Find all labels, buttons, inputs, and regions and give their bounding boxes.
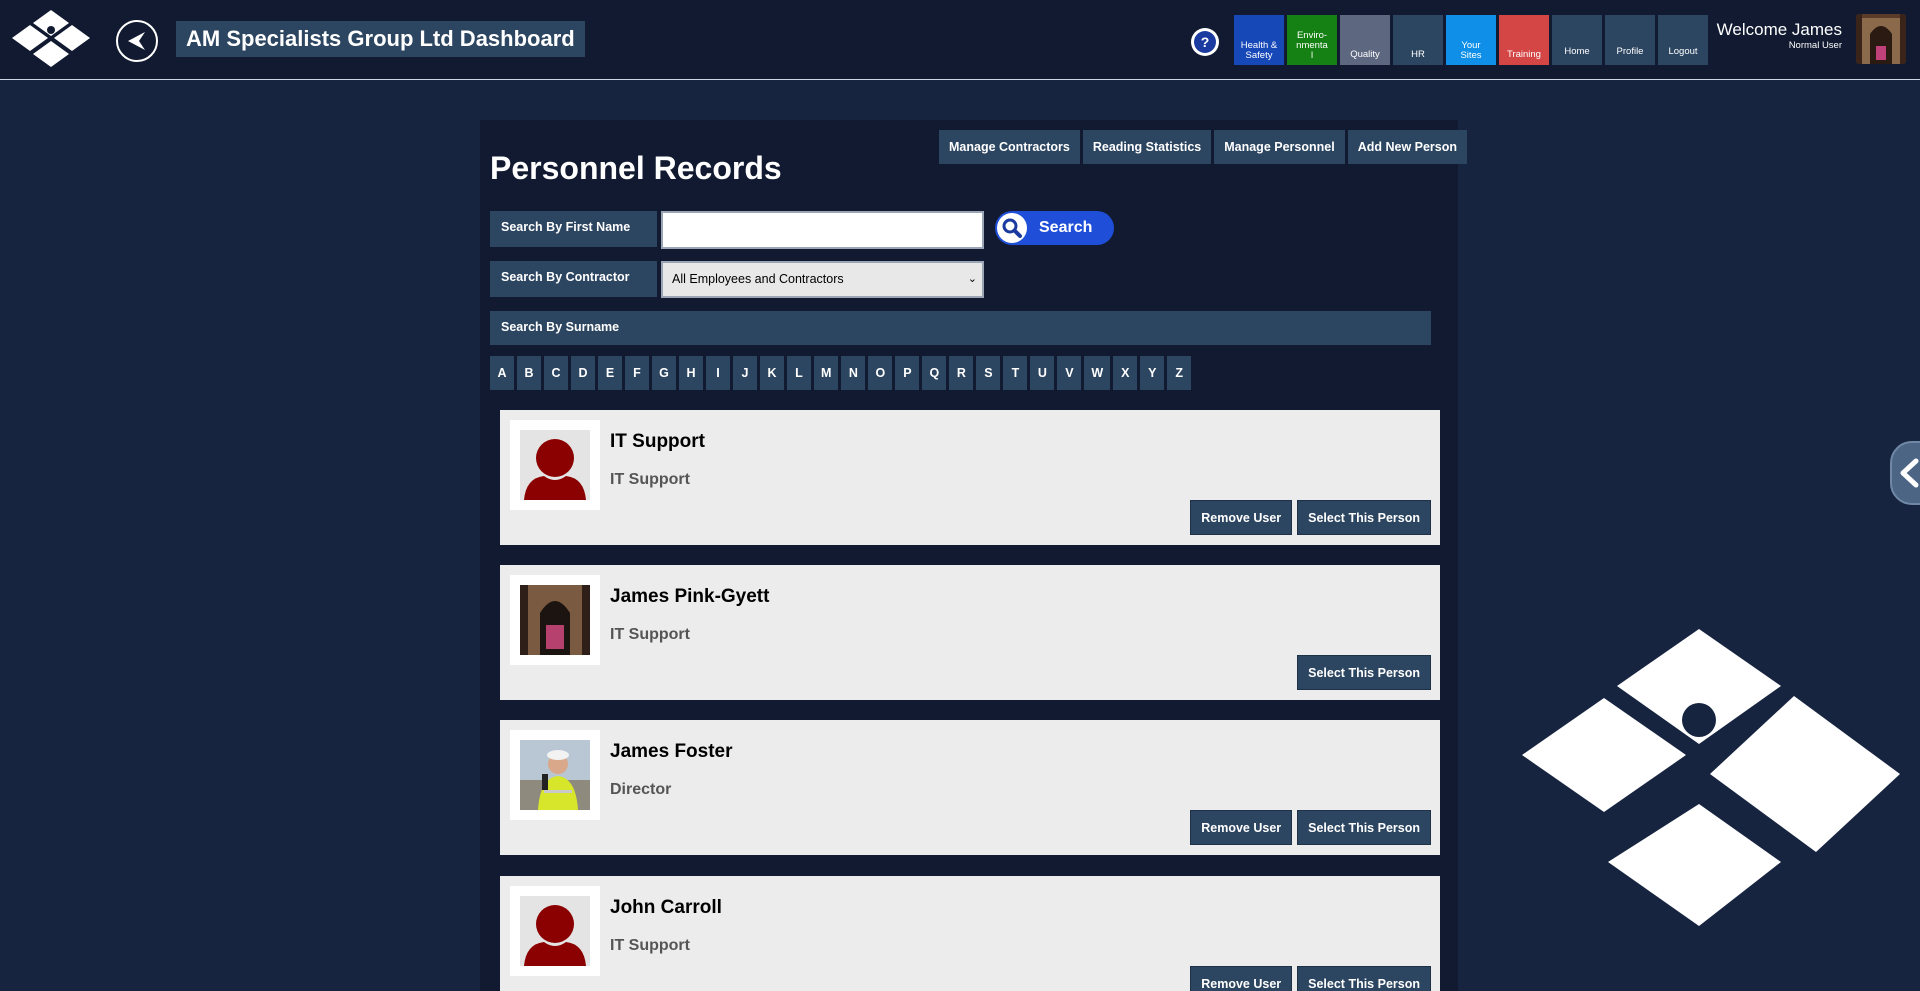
person-card: John Carroll IT Support Remove User Sele… — [500, 876, 1440, 991]
remove-user-button[interactable]: Remove User — [1190, 810, 1293, 845]
user-placeholder-icon — [520, 896, 590, 966]
letter-m[interactable]: M — [814, 356, 839, 390]
search-button-label: Search — [1039, 219, 1093, 236]
nav-training[interactable]: Training — [1499, 15, 1549, 65]
first-name-search-input[interactable] — [661, 211, 984, 249]
search-button[interactable]: Search — [995, 211, 1114, 245]
letter-k[interactable]: K — [760, 356, 784, 390]
letter-h[interactable]: H — [679, 356, 703, 390]
letter-q[interactable]: Q — [922, 356, 947, 390]
letter-p[interactable]: P — [895, 356, 920, 390]
letter-y[interactable]: Y — [1140, 356, 1165, 390]
surname-letter-filter: A B C D E F G H I J K L M N O P Q R S T … — [490, 356, 1192, 390]
select-person-button[interactable]: Select This Person — [1297, 500, 1431, 535]
select-person-button[interactable]: Select This Person — [1297, 966, 1431, 991]
letter-r[interactable]: R — [949, 356, 974, 390]
letter-j[interactable]: J — [733, 356, 757, 390]
back-button[interactable] — [116, 20, 158, 62]
nav-home[interactable]: Home — [1552, 15, 1602, 65]
letter-x[interactable]: X — [1113, 356, 1138, 390]
manage-contractors-button[interactable]: Manage Contractors — [939, 130, 1080, 164]
contractor-label: Search By Contractor — [490, 261, 657, 297]
nav-health-safety[interactable]: Health & Safety — [1234, 15, 1284, 65]
select-person-button[interactable]: Select This Person — [1297, 655, 1431, 690]
dashboard-title: AM Specialists Group Ltd Dashboard — [176, 21, 585, 57]
user-photo-icon — [1856, 14, 1906, 64]
letter-w[interactable]: W — [1084, 356, 1111, 390]
chevron-left-icon — [1900, 458, 1919, 488]
person-photo — [510, 730, 600, 820]
welcome-block: Welcome James Normal User — [1717, 20, 1842, 52]
remove-user-button[interactable]: Remove User — [1190, 966, 1293, 991]
nav-quality[interactable]: Quality — [1340, 15, 1390, 65]
help-button[interactable]: ? — [1191, 28, 1219, 56]
person-role: Director — [610, 781, 672, 798]
user-role: Normal User — [1788, 40, 1842, 51]
help-icon: ? — [1194, 31, 1216, 53]
person-photo — [510, 886, 600, 976]
hi-vis-photo-icon — [520, 740, 590, 810]
person-photo — [510, 575, 600, 665]
side-panel-toggle[interactable] — [1890, 441, 1920, 505]
chevron-down-icon: ⌄ — [967, 273, 977, 285]
person-name: James Foster — [610, 741, 733, 762]
nav-environmental[interactable]: Enviro-nmental — [1287, 15, 1337, 65]
remove-user-button[interactable]: Remove User — [1190, 500, 1293, 535]
top-header: AM Specialists Group Ltd Dashboard ? Hea… — [0, 0, 1920, 80]
personnel-panel: Manage Contractors Reading Statistics Ma… — [480, 120, 1468, 991]
company-logo-icon[interactable] — [10, 10, 92, 70]
person-name: IT Support — [610, 431, 705, 452]
surname-label: Search By Surname — [490, 311, 1431, 345]
user-placeholder-icon — [520, 430, 590, 500]
avatar[interactable] — [1856, 14, 1906, 64]
contractor-select[interactable]: All Employees and Contractors ⌄ — [661, 261, 984, 298]
add-new-person-button[interactable]: Add New Person — [1347, 130, 1468, 164]
search-icon — [997, 213, 1027, 243]
person-card: IT Support IT Support Remove User Select… — [500, 410, 1440, 545]
reading-statistics-button[interactable]: Reading Statistics — [1082, 130, 1212, 164]
person-name: James Pink-Gyett — [610, 586, 770, 607]
person-photo — [510, 420, 600, 510]
manage-personnel-button[interactable]: Manage Personnel — [1214, 130, 1345, 164]
letter-g[interactable]: G — [652, 356, 676, 390]
person-name: John Carroll — [610, 897, 722, 918]
letter-e[interactable]: E — [598, 356, 622, 390]
person-role: IT Support — [610, 937, 690, 954]
letter-l[interactable]: L — [787, 356, 811, 390]
first-name-label: Search By First Name — [490, 211, 657, 247]
letter-u[interactable]: U — [1030, 356, 1055, 390]
contractor-selected-value: All Employees and Contractors — [672, 272, 844, 286]
nav-logout[interactable]: Logout — [1658, 15, 1708, 65]
person-role: IT Support — [610, 471, 690, 488]
nav-your-sites[interactable]: Your Sites — [1446, 15, 1496, 65]
letter-n[interactable]: N — [841, 356, 866, 390]
letter-z[interactable]: Z — [1167, 356, 1192, 390]
person-card: James Pink-Gyett IT Support Select This … — [500, 565, 1440, 700]
back-arrow-icon — [128, 32, 145, 50]
welcome-text: Welcome James — [1716, 20, 1842, 39]
letter-t[interactable]: T — [1003, 356, 1028, 390]
letter-o[interactable]: O — [868, 356, 893, 390]
letter-v[interactable]: V — [1057, 356, 1082, 390]
action-buttons: Manage Contractors Reading Statistics Ma… — [939, 130, 1468, 164]
person-card: James Foster Director Remove User Select… — [500, 720, 1440, 855]
letter-b[interactable]: B — [517, 356, 541, 390]
nav-hr[interactable]: HR — [1393, 15, 1443, 65]
watermark-logo-icon — [1522, 629, 1900, 926]
letter-d[interactable]: D — [571, 356, 595, 390]
letter-a[interactable]: A — [490, 356, 514, 390]
page-title: Personnel Records — [490, 150, 782, 186]
select-person-button[interactable]: Select This Person — [1297, 810, 1431, 845]
letter-f[interactable]: F — [625, 356, 649, 390]
church-photo-icon — [520, 585, 590, 655]
letter-i[interactable]: I — [706, 356, 730, 390]
nav-profile[interactable]: Profile — [1605, 15, 1655, 65]
top-navigation: Health & Safety Enviro-nmental Quality H… — [1234, 15, 1708, 65]
letter-c[interactable]: C — [544, 356, 568, 390]
letter-s[interactable]: S — [976, 356, 1001, 390]
person-role: IT Support — [610, 626, 690, 643]
